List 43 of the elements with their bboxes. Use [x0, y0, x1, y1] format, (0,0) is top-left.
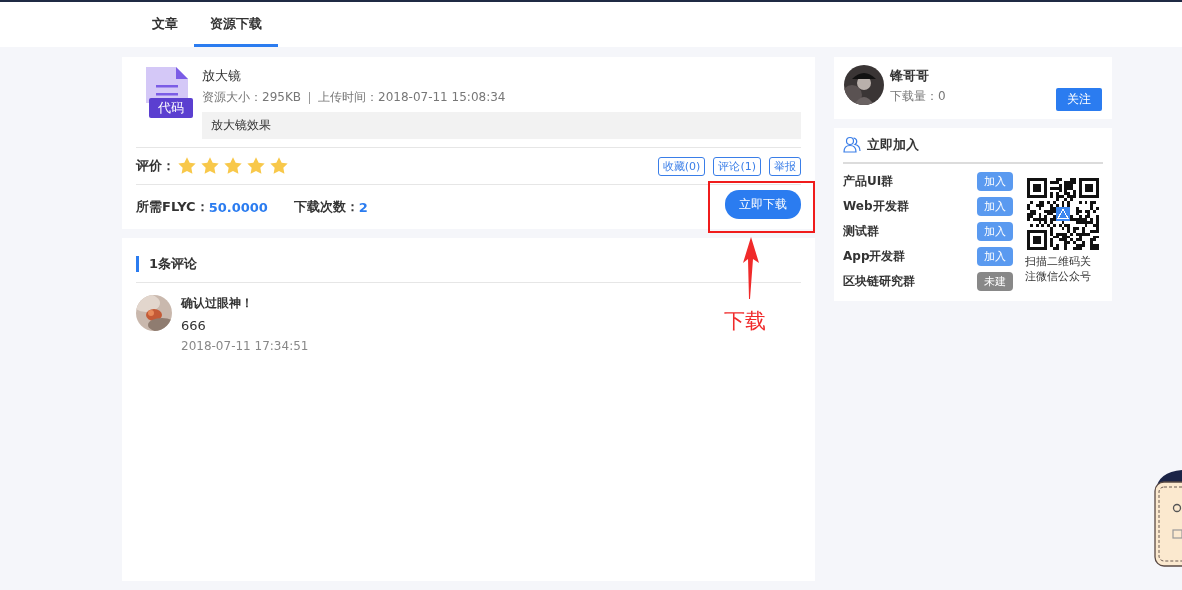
download-button[interactable]: 立即下载: [725, 190, 801, 219]
resource-title: 放大镜: [202, 67, 242, 85]
group-name: App开发群: [843, 248, 906, 265]
action-button[interactable]: 评论(1): [713, 156, 761, 176]
nav-tab[interactable]: 资源下载: [194, 2, 278, 47]
annotation-text: 下载: [724, 308, 766, 335]
download-count-label: 下载次数：: [293, 198, 359, 216]
rating-label: 评价：: [136, 157, 175, 175]
nav-tab[interactable]: 文章: [136, 2, 194, 47]
groups-heading: 立即加入: [867, 136, 919, 154]
comment-time: 2018-07-11 17:34:51: [181, 339, 309, 353]
group-name: Web开发群: [843, 198, 909, 215]
author-downloads: 下载量：0: [890, 88, 947, 105]
join-button[interactable]: 加入: [977, 172, 1013, 191]
join-button[interactable]: 加入: [977, 247, 1013, 266]
star-icon: [246, 156, 266, 176]
star-icon: [177, 156, 197, 176]
action-button[interactable]: 收藏(0): [657, 156, 706, 176]
star-icon: [223, 156, 243, 176]
comment-title: 确认过眼神！: [181, 295, 254, 312]
download-count: 2: [358, 199, 368, 215]
follow-button[interactable]: 关注: [1056, 88, 1102, 111]
group-name: 测试群: [843, 223, 879, 240]
join-button[interactable]: 加入: [977, 197, 1013, 216]
star-icon: [200, 156, 220, 176]
comments-heading: 1条评论: [136, 256, 801, 272]
author-name: 锋哥哥: [890, 67, 930, 85]
qr-caption: 扫描二维码关注微信公众号: [1025, 254, 1092, 284]
cost-value: 50.0000: [208, 199, 268, 215]
annotation-arrow: [741, 237, 761, 299]
upload-time: 上传时间：2018-07-11 15:08:34: [318, 89, 506, 106]
action-button[interactable]: 举报: [769, 156, 801, 176]
cost-label: 所需FLYC：: [136, 198, 209, 216]
users-icon: [843, 136, 861, 154]
qr-code: [1027, 178, 1099, 250]
file-type-badge: 代码: [149, 98, 193, 118]
file-size: 资源大小：295KB: [202, 89, 301, 106]
comment-text: 666: [181, 318, 207, 333]
join-button[interactable]: 加入: [977, 222, 1013, 241]
star-icon: [269, 156, 289, 176]
group-name: 产品UI群: [843, 173, 894, 190]
resource-description: 放大镜效果: [202, 112, 801, 139]
group-name: 区块链研究群: [843, 273, 915, 290]
